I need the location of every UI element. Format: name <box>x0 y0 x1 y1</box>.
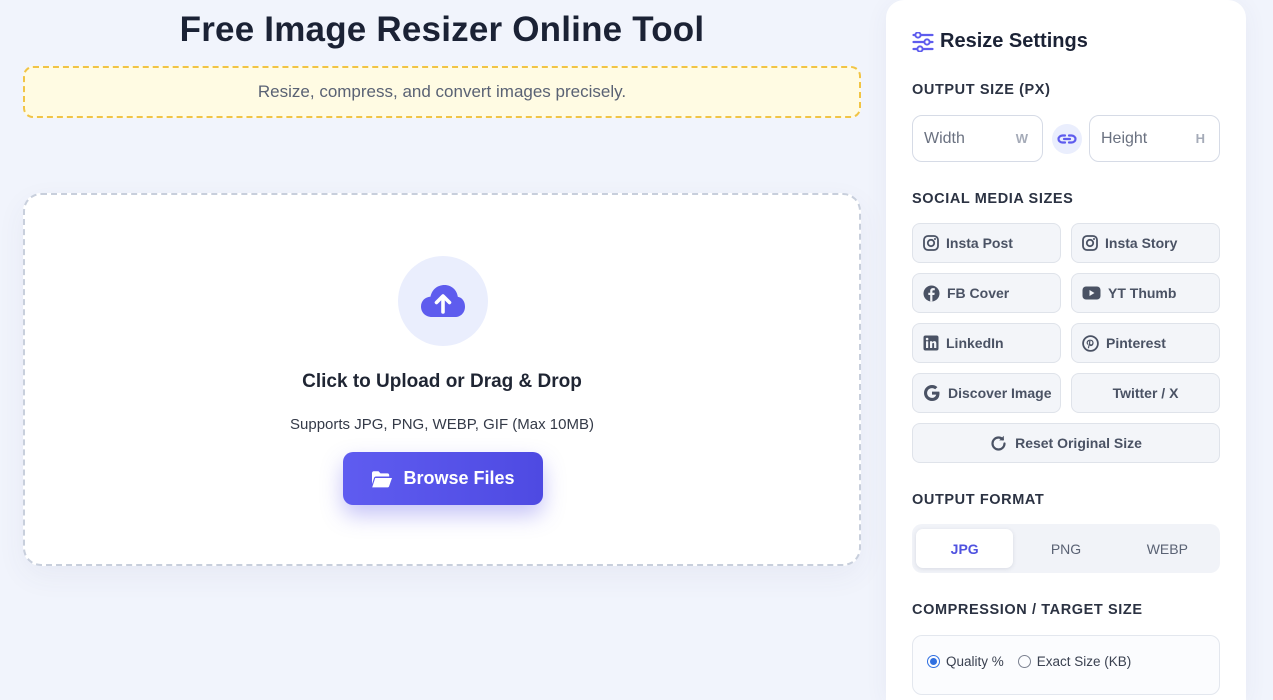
preset-insta-post[interactable]: Insta Post <box>912 223 1061 263</box>
preset-label: FB Cover <box>947 285 1010 301</box>
facebook-icon <box>923 285 940 301</box>
upload-dropzone[interactable]: Click to Upload or Drag & Drop Supports … <box>23 193 861 566</box>
preset-linkedin[interactable]: LinkedIn <box>912 323 1061 363</box>
preset-label: Insta Story <box>1105 235 1178 251</box>
upload-subtitle: Supports JPG, PNG, WEBP, GIF (Max 10MB) <box>290 416 594 433</box>
preset-yt-thumb[interactable]: YT Thumb <box>1071 273 1220 313</box>
height-field[interactable]: H <box>1089 115 1220 162</box>
output-format-label: OUTPUT FORMAT <box>912 492 1045 508</box>
pinterest-icon <box>1082 334 1099 352</box>
preset-label: LinkedIn <box>946 335 1004 351</box>
instagram-icon <box>923 235 939 251</box>
preset-pinterest[interactable]: Pinterest <box>1071 323 1220 363</box>
browse-files-label: Browse Files <box>403 468 515 488</box>
folder-open-icon <box>372 470 393 487</box>
google-icon <box>924 385 940 401</box>
settings-sidebar: Resize Settings OUTPUT SIZE (PX) W H SOC… <box>886 0 1246 700</box>
main-column: Free Image Resizer Online Tool Resize, c… <box>23 0 861 566</box>
format-option-jpg[interactable]: JPG <box>916 529 1014 568</box>
banner-text: Resize, compress, and convert images pre… <box>257 82 627 101</box>
preset-label: Pinterest <box>1106 335 1166 351</box>
browse-files-button[interactable]: Browse Files <box>343 452 543 505</box>
settings-title-text: Resize Settings <box>940 30 1088 52</box>
link-icon <box>1057 134 1077 144</box>
linkedin-icon <box>923 335 939 351</box>
width-suffix: W <box>1015 131 1028 146</box>
reset-original-size-button[interactable]: Reset Original Size <box>912 423 1220 463</box>
youtube-icon <box>1082 286 1101 300</box>
compression-label: COMPRESSION / TARGET SIZE <box>912 602 1143 618</box>
preset-discover-image[interactable]: Discover Image <box>912 373 1061 413</box>
cloud-upload-icon <box>398 256 488 346</box>
radio-quality[interactable]: Quality % <box>927 654 1004 669</box>
width-input[interactable] <box>924 129 1004 148</box>
format-option-webp[interactable]: WEBP <box>1119 529 1216 568</box>
preset-label: Insta Post <box>946 235 1013 251</box>
social-media-label: SOCIAL MEDIA SIZES <box>912 191 1074 207</box>
format-selector: JPG PNG WEBP <box>912 524 1220 573</box>
page-title: Free Image Resizer Online Tool <box>179 10 705 49</box>
radio-dot <box>927 655 940 668</box>
preset-label: Discover Image <box>948 385 1052 401</box>
preset-fb-cover[interactable]: FB Cover <box>912 273 1061 313</box>
preset-insta-story[interactable]: Insta Story <box>1071 223 1220 263</box>
format-option-png[interactable]: PNG <box>1017 529 1114 568</box>
info-banner: Resize, compress, and convert images pre… <box>23 66 861 118</box>
instagram-icon <box>1082 235 1098 251</box>
refresh-icon <box>991 435 1006 451</box>
upload-title: Click to Upload or Drag & Drop <box>302 371 582 392</box>
preset-label: Twitter / X <box>1112 385 1179 401</box>
compression-mode-group: Quality % Exact Size (KB) <box>927 654 1145 669</box>
compression-panel: Quality % Exact Size (KB) <box>912 635 1220 695</box>
radio-label: Exact Size (KB) <box>1036 654 1132 669</box>
radio-label: Quality % <box>946 654 1004 669</box>
sliders-icon <box>912 31 934 52</box>
reset-label: Reset Original Size <box>1015 435 1142 451</box>
preset-twitter-x[interactable]: Twitter / X <box>1071 373 1220 413</box>
width-field[interactable]: W <box>912 115 1043 162</box>
aspect-lock-button[interactable] <box>1052 124 1082 154</box>
radio-dot <box>1017 655 1031 668</box>
height-input[interactable] <box>1101 129 1181 148</box>
height-suffix: H <box>1195 131 1205 146</box>
preset-label: YT Thumb <box>1108 285 1177 301</box>
radio-exact-size[interactable]: Exact Size (KB) <box>1017 654 1132 669</box>
output-size-label: OUTPUT SIZE (PX) <box>912 82 1051 98</box>
settings-title: Resize Settings <box>912 30 1088 53</box>
